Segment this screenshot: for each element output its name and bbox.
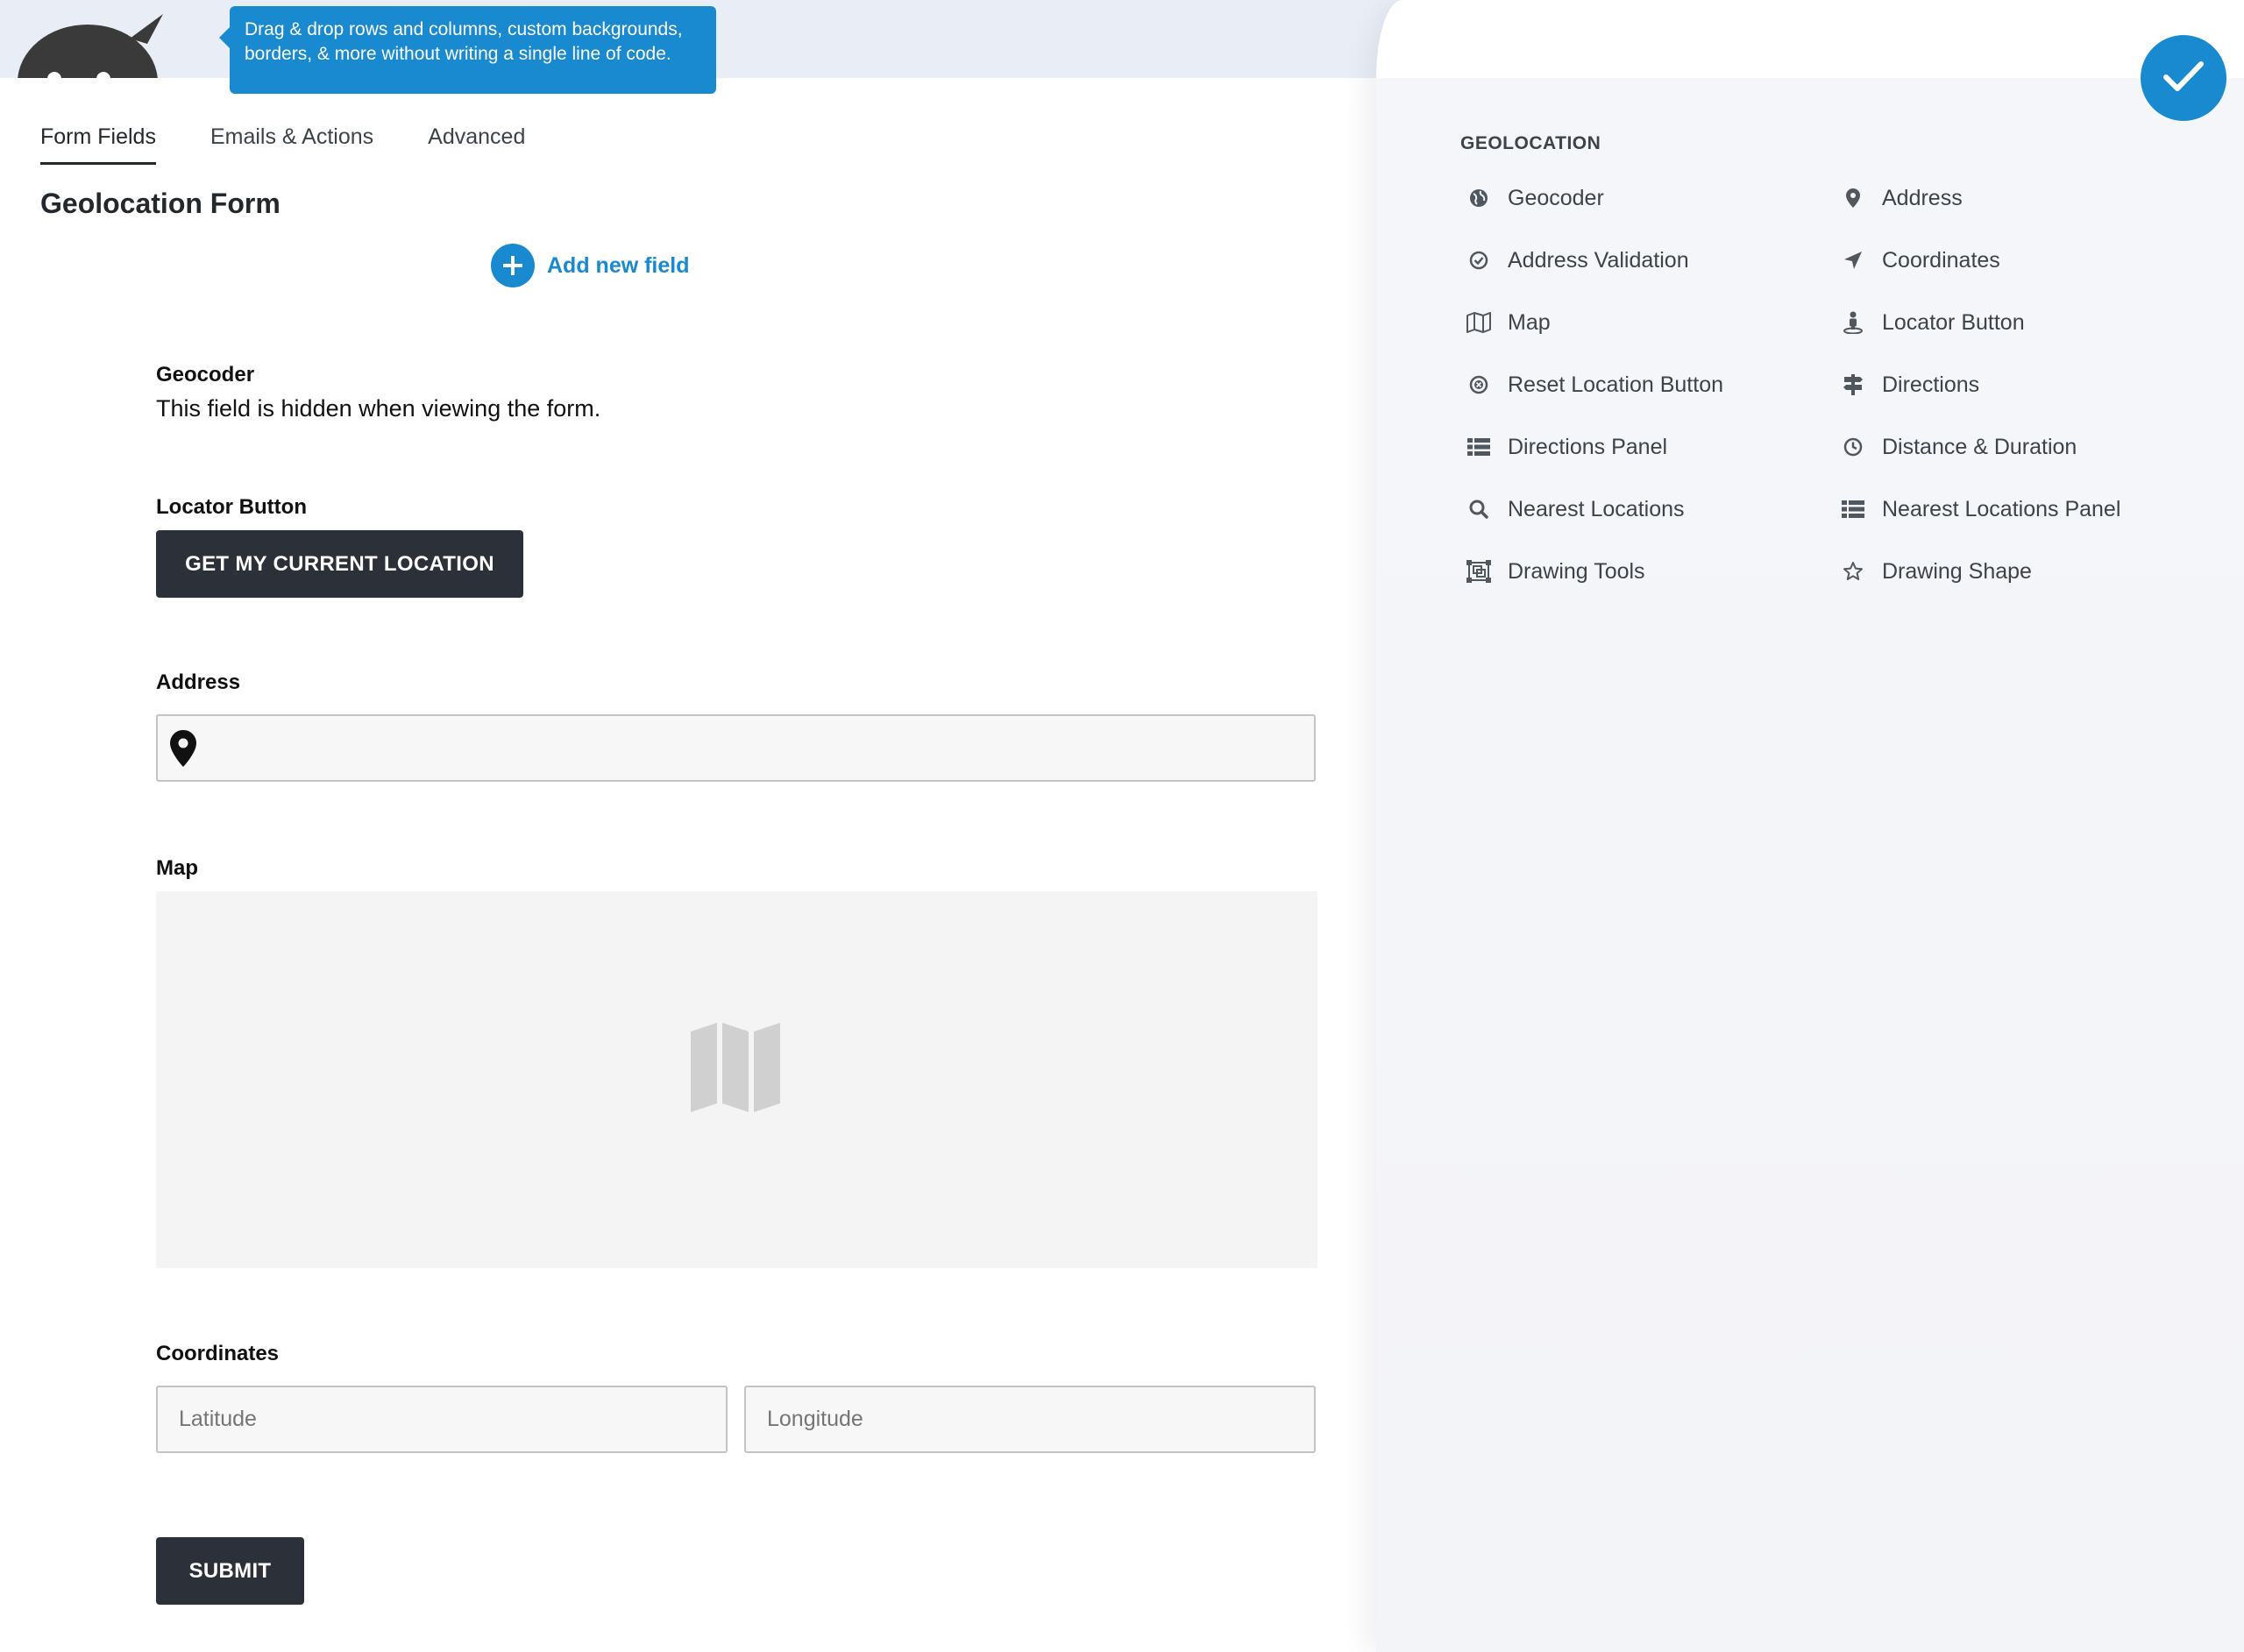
add-new-field-button[interactable]: Add new field bbox=[491, 244, 690, 287]
field-item-label: Address Validation bbox=[1508, 247, 1689, 273]
map-pin-icon bbox=[170, 730, 196, 771]
field-item-nearest-locations[interactable]: Nearest Locations bbox=[1466, 496, 1685, 522]
field-item-label: Nearest Locations bbox=[1508, 496, 1685, 521]
geocoder-field-label[interactable]: Geocoder bbox=[156, 363, 254, 387]
done-button[interactable] bbox=[2141, 35, 2226, 121]
field-item-label: Directions Panel bbox=[1508, 434, 1668, 459]
coordinates-field-label[interactable]: Coordinates bbox=[156, 1342, 279, 1366]
field-item-reset-location-button[interactable]: Reset Location Button bbox=[1466, 372, 1723, 398]
submit-button[interactable]: SUBMIT bbox=[156, 1537, 304, 1605]
field-item-directions-panel[interactable]: Directions Panel bbox=[1466, 434, 1667, 460]
drawer-header bbox=[1376, 0, 2244, 78]
field-item-label: Drawing Tools bbox=[1508, 558, 1645, 584]
clock-icon bbox=[1840, 434, 1866, 460]
latitude-input[interactable]: Latitude bbox=[156, 1386, 728, 1453]
field-item-label: Map bbox=[1508, 309, 1551, 335]
address-input[interactable] bbox=[156, 714, 1316, 782]
location-arrow-icon bbox=[1840, 247, 1866, 273]
field-item-distance-duration[interactable]: Distance & Duration bbox=[1840, 434, 2077, 460]
map-placeholder[interactable] bbox=[156, 891, 1317, 1268]
field-item-map[interactable]: Map bbox=[1466, 309, 1551, 336]
field-item-drawing-tools[interactable]: Drawing Tools bbox=[1466, 558, 1645, 585]
promo-tooltip: Drag & drop rows and columns, custom bac… bbox=[219, 6, 716, 94]
form-title: Geolocation Form bbox=[40, 188, 280, 219]
star-icon bbox=[1840, 558, 1866, 585]
field-item-label: Reset Location Button bbox=[1508, 372, 1723, 397]
field-item-label: Drawing Shape bbox=[1882, 558, 2032, 584]
map-icon bbox=[691, 1023, 780, 1117]
map-field-label[interactable]: Map bbox=[156, 856, 198, 881]
field-item-coordinates[interactable]: Coordinates bbox=[1840, 247, 2000, 273]
section-heading-geolocation: GEOLOCATION bbox=[1460, 133, 1601, 153]
field-item-directions[interactable]: Directions bbox=[1840, 372, 1979, 398]
geocoder-description: This field is hidden when viewing the fo… bbox=[156, 395, 601, 422]
map-pin-icon bbox=[1840, 185, 1866, 211]
add-new-field-label: Add new field bbox=[547, 252, 690, 278]
tab-form-fields[interactable]: Form Fields bbox=[40, 124, 156, 165]
field-item-label: Directions bbox=[1882, 372, 1980, 397]
field-item-geocoder[interactable]: Geocoder bbox=[1466, 185, 1604, 211]
plus-icon bbox=[491, 244, 535, 287]
check-circle-icon bbox=[1466, 247, 1492, 273]
field-item-locator-button[interactable]: Locator Button bbox=[1840, 309, 2025, 336]
globe-icon bbox=[1466, 185, 1492, 211]
field-item-label: Geocoder bbox=[1508, 185, 1604, 210]
get-current-location-button[interactable]: GET MY CURRENT LOCATION bbox=[156, 530, 523, 598]
address-field-label[interactable]: Address bbox=[156, 670, 240, 695]
longitude-input[interactable]: Longitude bbox=[744, 1386, 1316, 1453]
map-icon bbox=[1466, 309, 1492, 336]
field-item-label: Distance & Duration bbox=[1882, 434, 2077, 459]
field-item-drawing-shape[interactable]: Drawing Shape bbox=[1840, 558, 2032, 585]
tab-emails-actions[interactable]: Emails & Actions bbox=[210, 124, 373, 165]
field-item-address-validation[interactable]: Address Validation bbox=[1466, 247, 1689, 273]
checkmark-icon bbox=[2162, 60, 2205, 97]
times-circle-icon bbox=[1466, 372, 1492, 398]
search-icon bbox=[1466, 496, 1492, 522]
builder-tabs: Form Fields Emails & Actions Advanced bbox=[40, 124, 579, 165]
list-icon bbox=[1840, 496, 1866, 522]
field-item-address[interactable]: Address bbox=[1840, 185, 1963, 211]
list-icon bbox=[1466, 434, 1492, 460]
field-item-label: Nearest Locations Panel bbox=[1882, 496, 2121, 521]
field-item-nearest-locations-panel[interactable]: Nearest Locations Panel bbox=[1840, 496, 2120, 522]
tooltip-text: Drag & drop rows and columns, custom bac… bbox=[245, 19, 683, 64]
object-group-icon bbox=[1466, 558, 1492, 585]
street-view-icon bbox=[1840, 309, 1866, 336]
field-item-label: Locator Button bbox=[1882, 309, 2025, 335]
signpost-icon bbox=[1840, 372, 1866, 398]
locator-field-label[interactable]: Locator Button bbox=[156, 495, 307, 520]
ninja-logo bbox=[16, 12, 165, 78]
field-item-label: Coordinates bbox=[1882, 247, 2000, 273]
tab-advanced[interactable]: Advanced bbox=[428, 124, 525, 165]
field-item-label: Address bbox=[1882, 185, 1963, 210]
